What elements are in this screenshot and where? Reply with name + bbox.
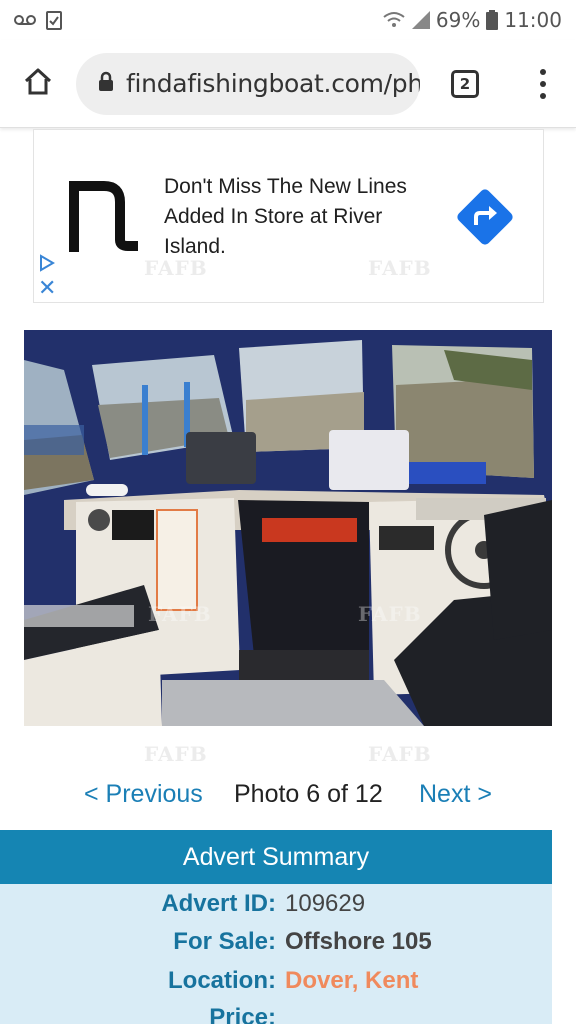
summary-row-for-sale: For Sale: Offshore 105 — [0, 928, 552, 964]
close-icon[interactable]: ✕ — [38, 278, 56, 300]
for-sale-label: For Sale: — [173, 928, 276, 955]
adchoices-icon[interactable] — [38, 254, 56, 277]
location-value[interactable]: Dover, Kent — [285, 967, 418, 995]
boat-photo[interactable]: FAFB FAFB — [24, 330, 552, 726]
clipboard-check-icon — [46, 10, 62, 30]
watermark: FAFB — [144, 742, 208, 766]
status-bar: 69% 11:00 — [0, 0, 576, 40]
browser-toolbar: findafishingboat.com/ph 2 — [0, 40, 576, 128]
ad-brand-logo — [68, 180, 142, 257]
overflow-menu-button[interactable] — [510, 40, 576, 128]
ad-headline[interactable]: Don't Miss The New Lines Added In Store … — [164, 172, 444, 262]
home-button[interactable] — [0, 40, 76, 128]
location-label: Location: — [168, 967, 276, 994]
lock-icon — [98, 71, 114, 96]
menu-dot — [540, 80, 546, 87]
advert-id-label: Advert ID: — [161, 890, 276, 917]
photo-navigation: FAFB FAFB < Previous Photo 6 of 12 Next … — [0, 742, 576, 816]
watermark: FAFB — [358, 602, 422, 626]
previous-photo-link[interactable]: < Previous — [84, 780, 203, 809]
advert-summary-table: Advert ID: 109629 For Sale: Offshore 105… — [0, 884, 552, 1024]
summary-row-location: Location: Dover, Kent — [0, 967, 552, 1003]
voicemail-icon — [14, 14, 36, 26]
watermark: FAFB — [148, 602, 212, 626]
tab-switcher-button[interactable]: 2 — [420, 40, 510, 128]
watermark: FAFB — [368, 742, 432, 766]
menu-dot — [540, 92, 546, 99]
for-sale-value: Offshore 105 — [285, 928, 432, 955]
tab-count: 2 — [451, 69, 479, 98]
advert-id-value: 109629 — [285, 890, 366, 917]
directions-arrow-icon[interactable] — [456, 188, 514, 251]
photo-counter: Photo 6 of 12 — [234, 780, 383, 808]
wifi-icon — [382, 11, 406, 29]
battery-percent: 69% — [435, 8, 481, 32]
clock: 11:00 — [504, 8, 562, 32]
signal-icon — [411, 11, 430, 29]
home-icon — [23, 66, 53, 101]
summary-row-advert-id: Advert ID: 109629 — [0, 890, 552, 926]
menu-dot — [540, 68, 546, 75]
battery-icon — [486, 10, 499, 30]
advert-summary-header: Advert Summary — [0, 830, 552, 884]
url-text: findafishingboat.com/ph — [126, 69, 420, 98]
next-photo-link[interactable]: Next > — [419, 780, 492, 809]
summary-row-price: Price: — [0, 1004, 552, 1024]
ad-banner[interactable]: FAFB FAFB Don't Miss The New Lines Added… — [33, 129, 544, 303]
price-label: Price: — [209, 1004, 276, 1024]
address-bar[interactable]: findafishingboat.com/ph — [76, 52, 420, 115]
